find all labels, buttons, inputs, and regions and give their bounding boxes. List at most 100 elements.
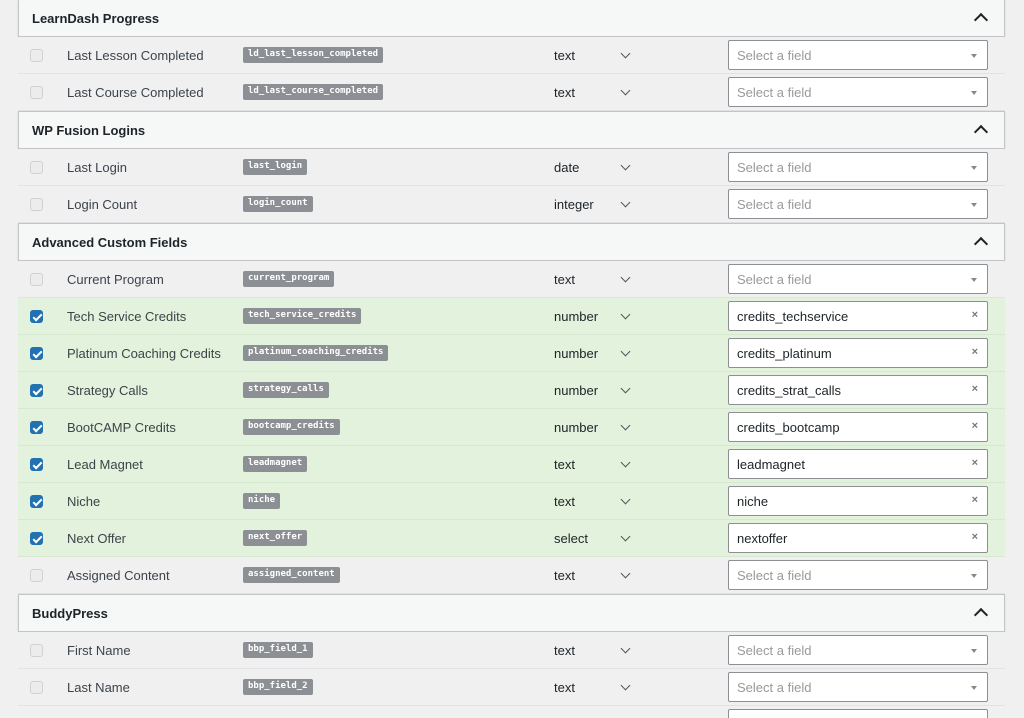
chevron-up-icon[interactable]: [973, 12, 989, 28]
chevron-down-icon[interactable]: [620, 48, 631, 58]
field-key-badge: last_login: [243, 159, 308, 175]
field-type-select[interactable]: text: [554, 568, 575, 583]
field-row: Last Login last_login date Select a field: [18, 149, 1005, 186]
section-header[interactable]: Advanced Custom Fields: [18, 223, 1005, 261]
field-row: First Name bbp_field_1 text Select a field: [18, 632, 1005, 669]
crm-field-value: credits_bootcamp: [737, 419, 840, 435]
sync-checkbox[interactable]: [30, 272, 43, 286]
field-row: Last Course Completed ld_last_course_comp…: [18, 74, 1005, 111]
chevron-down-icon[interactable]: [620, 568, 631, 578]
crm-field-select[interactable]: [728, 709, 988, 718]
crm-field-select[interactable]: Select a field: [728, 672, 988, 702]
chevron-down-icon[interactable]: [620, 680, 631, 690]
section-header[interactable]: WP Fusion Logins: [18, 111, 1005, 149]
sync-checkbox[interactable]: [30, 197, 43, 211]
sync-checkbox[interactable]: [30, 420, 43, 434]
sync-checkbox[interactable]: [30, 457, 43, 471]
sync-checkbox[interactable]: [30, 346, 43, 360]
chevron-down-icon[interactable]: [620, 494, 631, 504]
crm-field-select[interactable]: Select a field: [728, 152, 988, 182]
field-row: Niche niche text niche ×: [18, 483, 1005, 520]
crm-field-value: nextoffer: [737, 530, 788, 546]
clear-icon[interactable]: ×: [972, 383, 978, 395]
chevron-down-icon[interactable]: [620, 643, 631, 653]
field-type-select[interactable]: text: [554, 643, 575, 658]
field-type-select[interactable]: integer: [554, 197, 594, 212]
section-title: WP Fusion Logins: [32, 122, 146, 138]
field-row: Lead Magnet leadmagnet text leadmagnet ×: [18, 446, 1005, 483]
crm-field-select[interactable]: Select a field: [728, 560, 988, 590]
chevron-down-icon[interactable]: [620, 346, 631, 356]
field-type-select[interactable]: number: [554, 420, 598, 435]
field-type-select[interactable]: date: [554, 160, 579, 175]
field-type-select[interactable]: number: [554, 346, 598, 361]
field-type-select[interactable]: text: [554, 272, 575, 287]
crm-field-select[interactable]: credits_platinum ×: [728, 338, 988, 368]
clear-icon[interactable]: ×: [972, 531, 978, 543]
field-type-select[interactable]: text: [554, 48, 575, 63]
crm-field-select[interactable]: credits_strat_calls ×: [728, 375, 988, 405]
field-type-select[interactable]: text: [554, 494, 575, 509]
chevron-down-icon[interactable]: [620, 309, 631, 319]
crm-field-select[interactable]: Select a field: [728, 189, 988, 219]
sync-checkbox[interactable]: [30, 494, 43, 508]
sync-checkbox[interactable]: [30, 160, 43, 174]
field-label: Last Name: [67, 679, 130, 695]
clear-icon[interactable]: ×: [972, 457, 978, 469]
chevron-down-icon[interactable]: [620, 531, 631, 541]
dropdown-caret-icon: [971, 649, 977, 653]
crm-field-select[interactable]: niche ×: [728, 486, 988, 516]
crm-field-select[interactable]: Select a field: [728, 264, 988, 294]
field-label: Lead Magnet: [67, 456, 143, 472]
dropdown-caret-icon: [971, 91, 977, 95]
field-type-select[interactable]: text: [554, 680, 575, 695]
field-type-select[interactable]: text: [554, 457, 575, 472]
chevron-up-icon[interactable]: [973, 607, 989, 623]
sync-checkbox[interactable]: [30, 48, 43, 62]
sync-checkbox[interactable]: [30, 531, 43, 545]
crm-field-select[interactable]: nextoffer ×: [728, 523, 988, 553]
field-label: Last Lesson Completed: [67, 47, 204, 63]
field-label: Platinum Coaching Credits: [67, 345, 221, 361]
clear-icon[interactable]: ×: [972, 309, 978, 321]
field-type-select[interactable]: number: [554, 383, 598, 398]
sync-checkbox[interactable]: [30, 309, 43, 323]
field-type-select[interactable]: text: [554, 85, 575, 100]
sync-checkbox[interactable]: [30, 85, 43, 99]
field-type-select[interactable]: number: [554, 309, 598, 324]
crm-field-value: credits_techservice: [737, 308, 849, 324]
chevron-down-icon[interactable]: [620, 420, 631, 430]
chevron-up-icon[interactable]: [973, 124, 989, 140]
crm-field-value: leadmagnet: [737, 456, 805, 472]
crm-field-select[interactable]: credits_techservice ×: [728, 301, 988, 331]
crm-field-select[interactable]: Select a field: [728, 635, 988, 665]
crm-field-select[interactable]: credits_bootcamp ×: [728, 412, 988, 442]
section-header[interactable]: LearnDash Progress: [18, 0, 1005, 37]
sync-checkbox[interactable]: [30, 568, 43, 582]
chevron-down-icon[interactable]: [620, 457, 631, 467]
chevron-down-icon[interactable]: [620, 197, 631, 207]
crm-field-select[interactable]: Select a field: [728, 40, 988, 70]
field-row: Last Name bbp_field_2 text Select a field: [18, 669, 1005, 706]
field-label: Next Offer: [67, 530, 127, 546]
crm-field-select[interactable]: leadmagnet ×: [728, 449, 988, 479]
field-type-select[interactable]: select: [554, 531, 588, 546]
sync-checkbox[interactable]: [30, 680, 43, 694]
field-label: Last Course Completed: [67, 84, 204, 100]
crm-field-select[interactable]: Select a field: [728, 77, 988, 107]
chevron-down-icon[interactable]: [620, 383, 631, 393]
chevron-down-icon[interactable]: [620, 160, 631, 170]
section-header[interactable]: BuddyPress: [18, 594, 1005, 632]
clear-icon[interactable]: ×: [972, 346, 978, 358]
clear-icon[interactable]: ×: [972, 494, 978, 506]
chevron-down-icon[interactable]: [620, 272, 631, 282]
chevron-up-icon[interactable]: [973, 236, 989, 252]
chevron-down-icon[interactable]: [620, 85, 631, 95]
field-row: Tech Service Credits tech_service_credits…: [18, 298, 1005, 335]
field-label: Login Count: [67, 196, 138, 212]
sync-checkbox[interactable]: [30, 643, 43, 657]
dropdown-caret-icon: [971, 574, 977, 578]
dropdown-caret-icon: [971, 54, 977, 58]
clear-icon[interactable]: ×: [972, 420, 978, 432]
sync-checkbox[interactable]: [30, 383, 43, 397]
